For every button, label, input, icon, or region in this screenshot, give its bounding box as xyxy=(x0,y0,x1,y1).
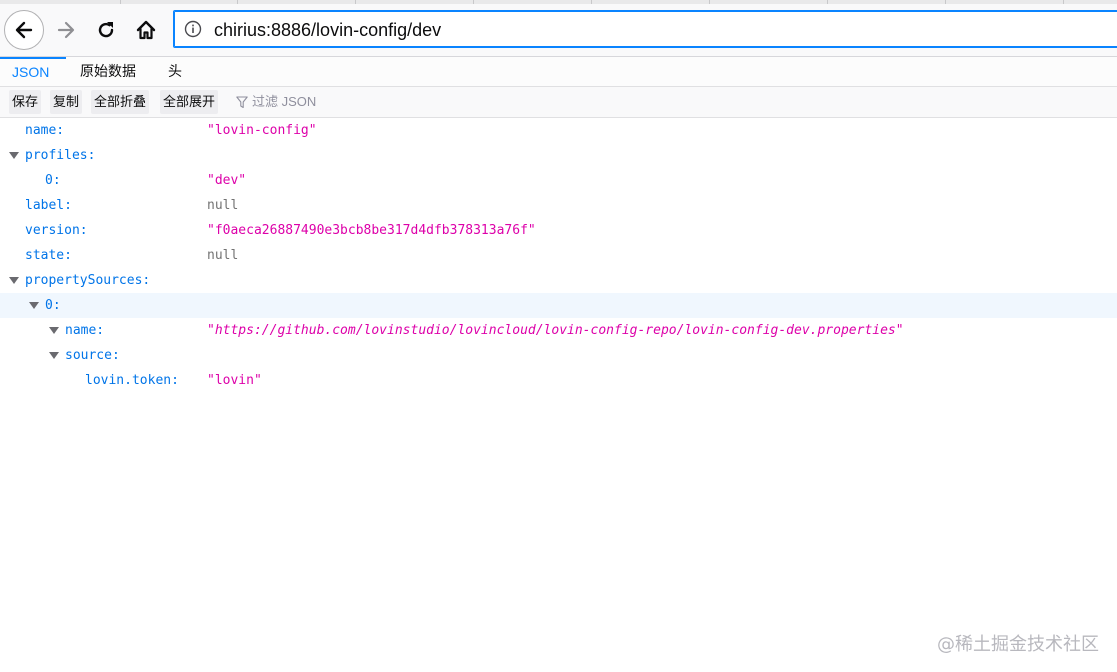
json-key: state: xyxy=(25,248,72,263)
reload-icon xyxy=(98,22,114,38)
url-text[interactable]: chirius:8886/lovin-config/dev xyxy=(214,19,441,41)
json-value: "dev" xyxy=(207,173,247,188)
navigation-toolbar: chirius:8886/lovin-config/dev xyxy=(0,4,1117,57)
collapse-triangle-icon[interactable] xyxy=(9,152,19,159)
json-key: name: xyxy=(25,123,65,138)
tab-raw-data[interactable]: 原始数据 xyxy=(68,57,148,86)
json-key: label: xyxy=(25,198,72,213)
forward-arrow-icon xyxy=(57,21,75,39)
collapse-triangle-icon[interactable] xyxy=(49,352,59,359)
json-row-profiles-0[interactable]: 0: "dev" xyxy=(0,168,1117,193)
tab-headers[interactable]: 头 xyxy=(156,57,194,86)
info-icon[interactable] xyxy=(184,20,202,38)
json-value: "https://github.com/lovinstudio/lovinclo… xyxy=(207,323,904,338)
collapse-triangle-icon[interactable] xyxy=(29,302,39,309)
json-viewer-tabs: JSON 原始数据 头 xyxy=(0,57,1117,87)
json-key: profiles: xyxy=(25,148,96,163)
tab-json[interactable]: JSON xyxy=(0,57,66,86)
json-row-ps-0-name[interactable]: name: "https://github.com/lovinstudio/lo… xyxy=(0,318,1117,343)
json-value: "lovin-config" xyxy=(207,123,317,138)
json-key: lovin.token: xyxy=(85,373,179,388)
filter-json-input[interactable]: 过滤 JSON xyxy=(236,90,316,114)
collapse-triangle-icon[interactable] xyxy=(9,277,19,284)
expand-all-button[interactable]: 全部展开 xyxy=(160,90,219,114)
reload-button[interactable] xyxy=(90,14,122,46)
filter-placeholder: 过滤 JSON xyxy=(252,94,317,109)
back-button[interactable] xyxy=(4,10,44,50)
json-value: null xyxy=(207,198,239,213)
json-key: 0: xyxy=(45,298,61,313)
json-row-name[interactable]: name: "lovin-config" xyxy=(0,118,1117,143)
json-toolbar: 保存 复制 全部折叠 全部展开 过滤 JSON xyxy=(0,87,1117,118)
json-row-profiles[interactable]: profiles: xyxy=(0,143,1117,168)
home-button[interactable] xyxy=(130,14,162,46)
json-row-label[interactable]: label: null xyxy=(0,193,1117,218)
collapse-triangle-icon[interactable] xyxy=(49,327,59,334)
save-button[interactable]: 保存 xyxy=(9,90,42,114)
json-key: version: xyxy=(25,223,88,238)
back-arrow-icon xyxy=(15,21,33,39)
url-bar[interactable]: chirius:8886/lovin-config/dev xyxy=(173,10,1117,48)
home-icon xyxy=(136,20,156,40)
json-row-ps-0-source[interactable]: source: xyxy=(0,343,1117,368)
json-row-property-sources[interactable]: propertySources: xyxy=(0,268,1117,293)
json-value: null xyxy=(207,248,239,263)
json-key: source: xyxy=(65,348,120,363)
filter-icon xyxy=(236,95,248,108)
json-row-version[interactable]: version: "f0aeca26887490e3bcb8be317d4dfb… xyxy=(0,218,1117,243)
json-key: propertySources: xyxy=(25,273,151,288)
json-key: name: xyxy=(65,323,105,338)
collapse-all-button[interactable]: 全部折叠 xyxy=(91,90,150,114)
json-key: 0: xyxy=(45,173,61,188)
json-value: "lovin" xyxy=(207,373,262,388)
json-row-property-sources-0[interactable]: 0: xyxy=(0,293,1117,318)
json-value: "f0aeca26887490e3bcb8be317d4dfb378313a76… xyxy=(207,223,536,238)
json-tree: name: "lovin-config" profiles: 0: "dev" … xyxy=(0,118,1117,393)
watermark: @稀土掘金技术社区 xyxy=(937,634,1099,655)
copy-button[interactable]: 复制 xyxy=(50,90,83,114)
json-row-lovin-token[interactable]: lovin.token: "lovin" xyxy=(0,368,1117,393)
forward-button[interactable] xyxy=(50,14,82,46)
json-row-state[interactable]: state: null xyxy=(0,243,1117,268)
